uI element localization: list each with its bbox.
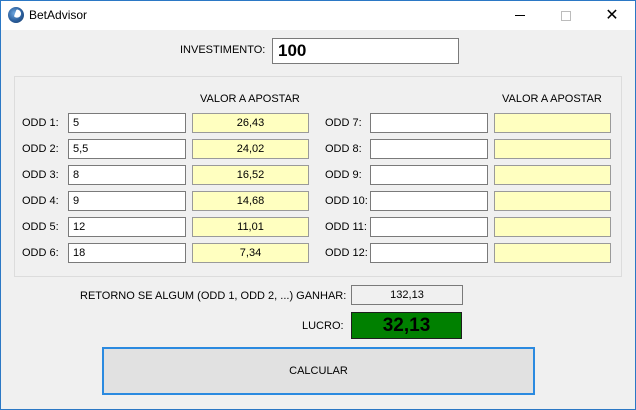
odd-5-label: ODD 5: [22,221,59,233]
odd-3-input[interactable]: 8 [68,165,186,185]
odd-11-valor-output [494,217,611,237]
odd-5-valor-output: 11,01 [192,217,309,237]
odd-7-valor-output [494,113,611,133]
odd-1-label: ODD 1: [22,117,59,129]
odd-12-valor-output [494,243,611,263]
valor-header-right: VALOR A APOSTAR [502,93,602,105]
odd-2-label: ODD 2: [22,143,59,155]
title-bar[interactable]: BetAdvisor ✕ [1,1,635,30]
odd-4-input[interactable]: 9 [68,191,186,211]
odd-7-label: ODD 7: [325,117,362,129]
odd-4-valor-output: 14,68 [192,191,309,211]
odd-9-input[interactable] [370,165,488,185]
odd-3-valor-output: 16,52 [192,165,309,185]
odd-12-label: ODD 12: [325,247,368,259]
maximize-button[interactable] [543,1,589,30]
odd-8-input[interactable] [370,139,488,159]
minimize-button[interactable] [497,1,543,30]
odd-2-valor-output: 24,02 [192,139,309,159]
odd-10-label: ODD 10: [325,195,368,207]
odd-5-input[interactable]: 12 [68,217,186,237]
odd-12-input[interactable] [370,243,488,263]
odd-2-input[interactable]: 5,5 [68,139,186,159]
odd-10-valor-output [494,191,611,211]
lucro-label: LUCRO: [302,320,344,332]
investimento-input[interactable]: 100 [272,38,459,64]
calcular-button-label: CALCULAR [289,365,348,377]
valor-header-left: VALOR A APOSTAR [200,93,300,105]
odd-6-input[interactable]: 18 [68,243,186,263]
minimize-icon [515,15,525,16]
odd-4-label: ODD 4: [22,195,59,207]
lucro-value: 32,13 [351,312,462,339]
close-button[interactable]: ✕ [589,1,635,30]
app-logo-icon [8,7,24,23]
investimento-label: INVESTIMENTO: [180,44,266,56]
odd-9-label: ODD 9: [325,169,362,181]
odd-11-input[interactable] [370,217,488,237]
maximize-icon [561,10,571,21]
retorno-label: RETORNO SE ALGUM (ODD 1, ODD 2, ...) GAN… [80,290,347,302]
odd-9-valor-output [494,165,611,185]
odd-7-input[interactable] [370,113,488,133]
odd-3-label: ODD 3: [22,169,59,181]
odd-6-label: ODD 6: [22,247,59,259]
calcular-button[interactable]: CALCULAR [102,347,535,395]
retorno-value: 132,13 [351,285,463,305]
close-icon: ✕ [605,6,619,24]
odd-11-label: ODD 11: [325,221,367,233]
odd-8-label: ODD 8: [325,143,362,155]
odd-1-valor-output: 26,43 [192,113,309,133]
odd-10-input[interactable] [370,191,488,211]
window-title: BetAdvisor [29,8,88,22]
odd-1-input[interactable]: 5 [68,113,186,133]
odd-6-valor-output: 7,34 [192,243,309,263]
odd-8-valor-output [494,139,611,159]
